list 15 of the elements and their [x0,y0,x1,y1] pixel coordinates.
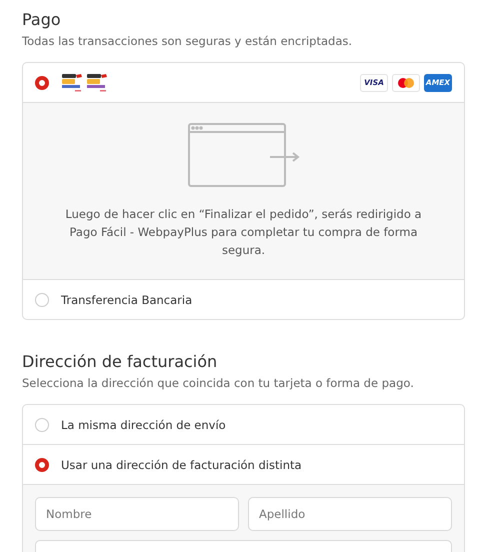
radio-button[interactable] [35,76,49,90]
section-subtitle: Selecciona la dirección que coincida con tu tarjeta o forma de pago. [22,375,415,392]
redirect-note: Luego de hacer clic en “Finalizar el pedido”, serás redirigido a Pago Fácil - WebpayPlus para completar tu compra de forma segura. [64,206,423,259]
option-label: La misma dirección de envío [61,418,226,432]
mastercard-icon [392,74,420,92]
option-label: Usar una dirección de facturación distinta [61,458,302,472]
browser-redirect-icon [188,123,300,187]
section-title: Dirección de facturación [22,351,218,373]
webpay-logo-icon [61,72,109,92]
section-title: Pago [22,9,62,31]
radio-button[interactable] [35,458,49,472]
input-field[interactable]: Apellido [248,497,452,531]
input-field[interactable]: Nombre [35,497,239,531]
option-label: Transferencia Bancaria [61,292,192,306]
section-subtitle: Todas las transacciones son seguras y están encriptadas. [22,33,354,50]
